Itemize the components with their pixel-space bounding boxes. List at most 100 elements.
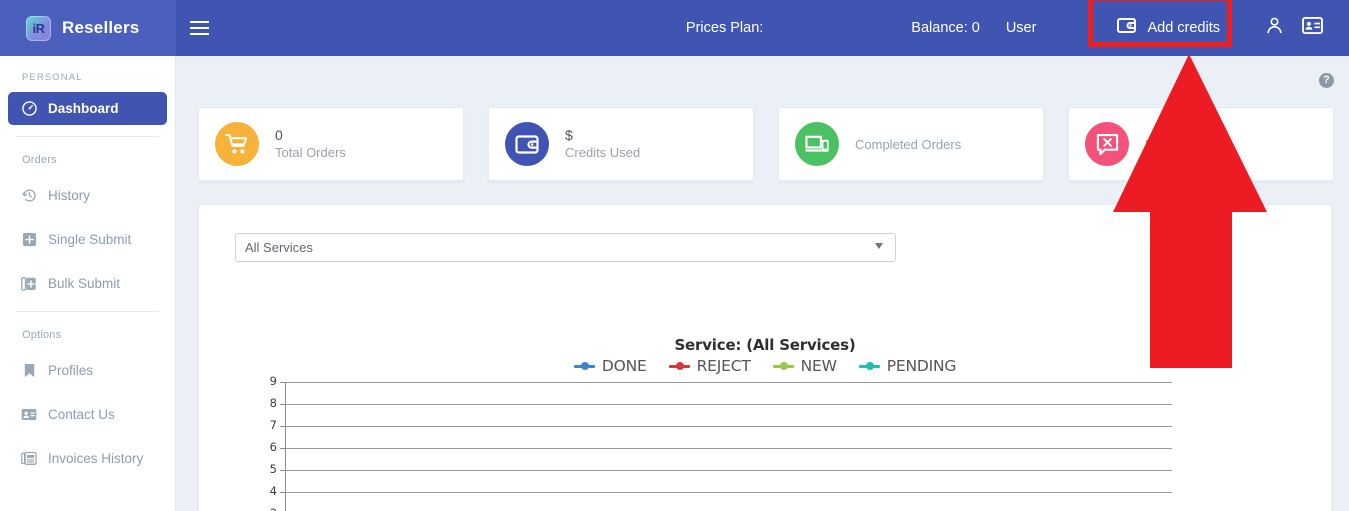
chart-panel: All Services Service: (All Services) DON… [198, 204, 1332, 511]
hamburger-bar [189, 21, 209, 23]
gridline-row: 5 [270, 462, 1332, 476]
y-axis-label: 5 [269, 462, 277, 476]
sidebar-item-label: Contact Us [48, 407, 115, 422]
chart-legend: DONE REJECT NEW PENDING [199, 357, 1331, 375]
sidebar-divider [16, 136, 159, 137]
stat-card-value: $ [565, 126, 573, 143]
legend-item-pending[interactable]: PENDING [858, 357, 957, 375]
sidebar: PERSONAL Dashboard Orders History Single… [0, 56, 176, 511]
gridline [286, 426, 1172, 427]
sidebar-caption-personal: PERSONAL [22, 72, 83, 83]
y-tick [280, 426, 285, 427]
y-tick [280, 404, 285, 405]
legend-label: DONE [601, 357, 647, 375]
stat-card-label: Completed Orders [855, 137, 962, 153]
sidebar-item-dashboard[interactable]: Dashboard [8, 92, 167, 125]
legend-marker-icon [573, 361, 595, 372]
stat-card-rejected-orders: Re [1068, 107, 1334, 181]
add-credits-button[interactable]: Add credits [1104, 11, 1233, 45]
legend-marker-icon [858, 361, 880, 372]
bookmark-icon [21, 363, 37, 379]
sidebar-item-label: Invoices History [48, 451, 144, 466]
y-axis-label: 4 [269, 484, 277, 498]
sidebar-item-bulk-submit[interactable]: Bulk Submit [8, 267, 167, 300]
gridline-row: 8 [270, 396, 1332, 410]
contact-icon-button[interactable] [1293, 0, 1331, 56]
sidebar-item-label: History [48, 188, 91, 203]
y-axis-label: 8 [269, 396, 277, 410]
stat-card-text: $ Credits Used [565, 126, 641, 161]
sidebar-item-label: Bulk Submit [48, 276, 121, 291]
stat-card-text: Completed Orders [855, 135, 962, 153]
legend-marker-icon [772, 361, 794, 372]
gridline [286, 404, 1172, 405]
copy-plus-icon [21, 276, 37, 292]
chart-plot-area: 9 8 7 6 5 4 [270, 374, 1332, 511]
id-card-icon [21, 407, 37, 423]
chart-title: Service: (All Services) [674, 336, 856, 354]
main-content: ? 0 Total Orders $ Credits Used Complete… [176, 56, 1349, 511]
user-menu[interactable]: User [1006, 20, 1037, 36]
stat-card-label: Re [1145, 137, 1162, 153]
y-tick [280, 492, 285, 493]
service-select[interactable]: All Services [235, 233, 896, 262]
gridline [286, 470, 1172, 471]
sidebar-item-label: Dashboard [48, 101, 119, 116]
gridline [286, 492, 1172, 493]
top-navigation-bar: iR Resellers Prices Plan: Balance: 0 Use… [0, 0, 1349, 56]
legend-label: PENDING [886, 357, 957, 375]
y-tick [280, 382, 285, 383]
hamburger-menu-icon[interactable] [176, 0, 222, 56]
legend-item-done[interactable]: DONE [573, 357, 647, 375]
rejected-message-icon [1085, 122, 1129, 166]
stat-card-text: Re [1145, 135, 1162, 153]
stat-card-value: 0 [275, 126, 283, 143]
legend-item-reject[interactable]: REJECT [668, 357, 751, 375]
sidebar-item-profiles[interactable]: Profiles [8, 354, 167, 387]
stat-cards-row: 0 Total Orders $ Credits Used Completed … [198, 107, 1334, 181]
stat-card-label: Credits Used [565, 145, 641, 161]
speedometer-icon [21, 101, 37, 117]
stat-card-text: 0 Total Orders [275, 126, 346, 161]
prices-plan-text: Prices Plan: [685, 20, 764, 36]
stat-card-credits-used: $ Credits Used [488, 107, 754, 181]
gridline-row: 9 [270, 374, 1332, 388]
sidebar-item-history[interactable]: History [8, 179, 167, 212]
prices-plan-label: Prices Plan: [686, 20, 763, 36]
sidebar-item-label: Profiles [48, 363, 94, 378]
legend-marker-icon [668, 361, 690, 372]
question-mark-icon[interactable]: ? [1319, 73, 1334, 88]
wallet-icon [505, 122, 549, 166]
gridline-row: 4 [270, 484, 1332, 498]
add-credits-label: Add credits [1147, 20, 1220, 36]
sidebar-item-single-submit[interactable]: Single Submit [8, 223, 167, 256]
stat-card-total-orders: 0 Total Orders [198, 107, 464, 181]
stat-card-label: Total Orders [275, 145, 346, 161]
gridline [286, 382, 1172, 383]
sidebar-item-invoices-history[interactable]: Invoices History [8, 442, 167, 475]
id-card-icon [1301, 17, 1323, 39]
balance-label: Balance: 0 [911, 20, 980, 36]
plus-square-icon [21, 232, 37, 248]
sidebar-caption-orders: Orders [22, 154, 57, 166]
wallet-icon [1117, 17, 1137, 39]
y-tick [280, 448, 285, 449]
y-axis-label: 9 [269, 374, 277, 388]
service-filter: All Services [235, 233, 896, 262]
profile-icon-button[interactable] [1255, 0, 1293, 56]
user-icon [1265, 16, 1284, 40]
legend-label: REJECT [696, 357, 751, 375]
devices-icon [795, 122, 839, 166]
sidebar-item-contact-us[interactable]: Contact Us [8, 398, 167, 431]
brand-area[interactable]: iR Resellers [0, 0, 176, 56]
shopping-cart-icon [215, 122, 259, 166]
stacked-files-icon [21, 451, 37, 467]
user-label: User [1005, 20, 1037, 36]
history-clock-icon [21, 188, 37, 204]
gridline-row: 6 [270, 440, 1332, 454]
y-axis-label: 6 [269, 440, 277, 454]
legend-item-new[interactable]: NEW [772, 357, 837, 375]
hamburger-bar [189, 33, 209, 35]
sidebar-divider [16, 311, 159, 312]
y-tick [280, 470, 285, 471]
